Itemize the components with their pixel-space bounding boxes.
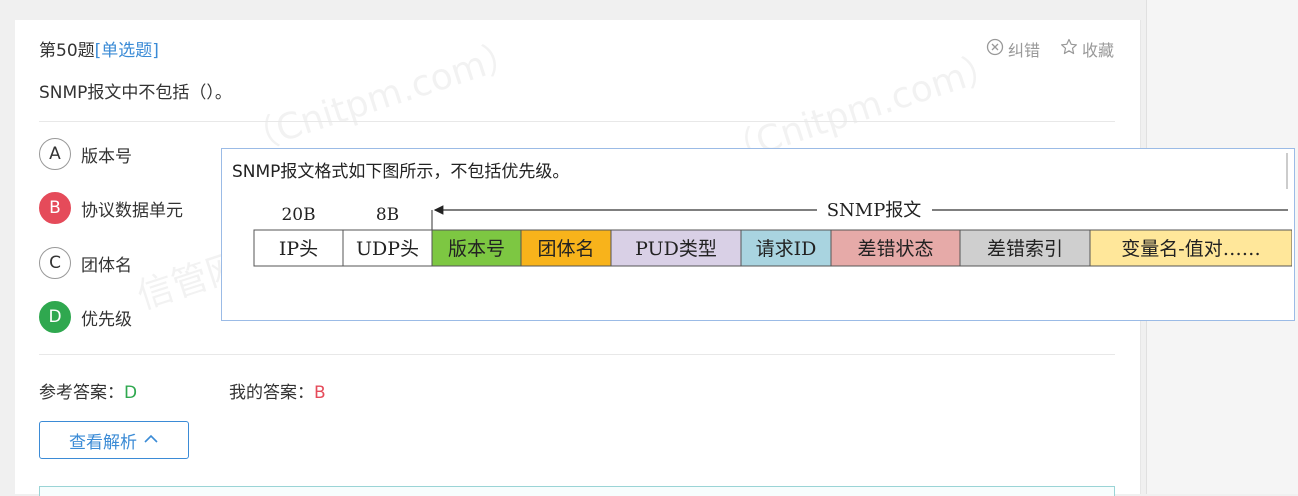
header-size-label: 20B (281, 205, 315, 225)
star-icon (1060, 38, 1078, 60)
question-tools: 纠错 收藏 (986, 37, 1114, 61)
reference-answer-value: D (124, 383, 138, 403)
option-label: 优先级 (81, 309, 132, 330)
option-letter: D (39, 301, 71, 333)
field-label: PUD类型 (635, 238, 717, 260)
report-error-button[interactable]: 纠错 (986, 37, 1040, 61)
option-label: 版本号 (81, 146, 132, 167)
chevron-up-icon (143, 430, 159, 450)
option-letter: C (39, 247, 71, 279)
reference-answer: 参考答案：D (39, 378, 137, 403)
my-answer-label: 我的答案： (229, 383, 314, 403)
option-d[interactable]: D 优先级 (39, 301, 132, 333)
option-label: 协议数据单元 (81, 200, 183, 221)
my-answer: 我的答案：B (229, 378, 326, 403)
field-label: 团体名 (537, 238, 594, 260)
field-label: UDP头 (356, 238, 419, 260)
option-letter: A (39, 138, 71, 170)
report-error-label: 纠错 (1007, 41, 1040, 60)
popup-text: SNMP报文格式如下图所示，不包括优先级。 (232, 162, 570, 182)
field-label: 差错状态 (857, 238, 933, 260)
close-circle-icon (986, 38, 1004, 60)
divider (39, 121, 1115, 122)
snmp-label: SNMP报文 (827, 200, 922, 221)
option-letter: B (39, 192, 71, 224)
question-text: SNMP报文中不包括（）。 (39, 83, 232, 103)
my-answer-value: B (314, 383, 326, 403)
header-size-label: 8B (376, 205, 399, 225)
question-type: [单选题] (94, 41, 159, 61)
reference-answer-label: 参考答案： (39, 383, 124, 403)
popup-scrollbar[interactable] (1286, 153, 1288, 189)
option-b[interactable]: B 协议数据单元 (39, 192, 183, 224)
question-header: 第50题[单选题] (39, 36, 159, 61)
field-label: IP头 (279, 238, 318, 260)
view-analysis-label: 查看解析 (69, 432, 137, 453)
favorite-button[interactable]: 收藏 (1060, 37, 1114, 61)
field-label: 请求ID (756, 238, 817, 260)
analysis-panel (39, 486, 1115, 496)
field-label: 版本号 (448, 238, 505, 260)
option-a[interactable]: A 版本号 (39, 138, 132, 170)
option-label: 团体名 (81, 255, 132, 276)
snmp-format-diagram: SNMP报文PDUcnitpm.com20B8BIP头UDP头版本号团体名PUD… (253, 200, 1292, 267)
analysis-popup: SNMP报文格式如下图所示，不包括优先级。 SNMP报文PDUcnitpm.co… (221, 148, 1295, 321)
option-c[interactable]: C 团体名 (39, 247, 132, 279)
divider (39, 354, 1115, 355)
question-number: 第50题 (39, 41, 95, 61)
view-analysis-button[interactable]: 查看解析 (39, 421, 189, 459)
field-label: 差错索引 (987, 238, 1063, 260)
favorite-label: 收藏 (1081, 41, 1114, 60)
field-label: 变量名-值对…… (1121, 238, 1260, 260)
watermark: （Cnitpm.com） (236, 32, 526, 162)
